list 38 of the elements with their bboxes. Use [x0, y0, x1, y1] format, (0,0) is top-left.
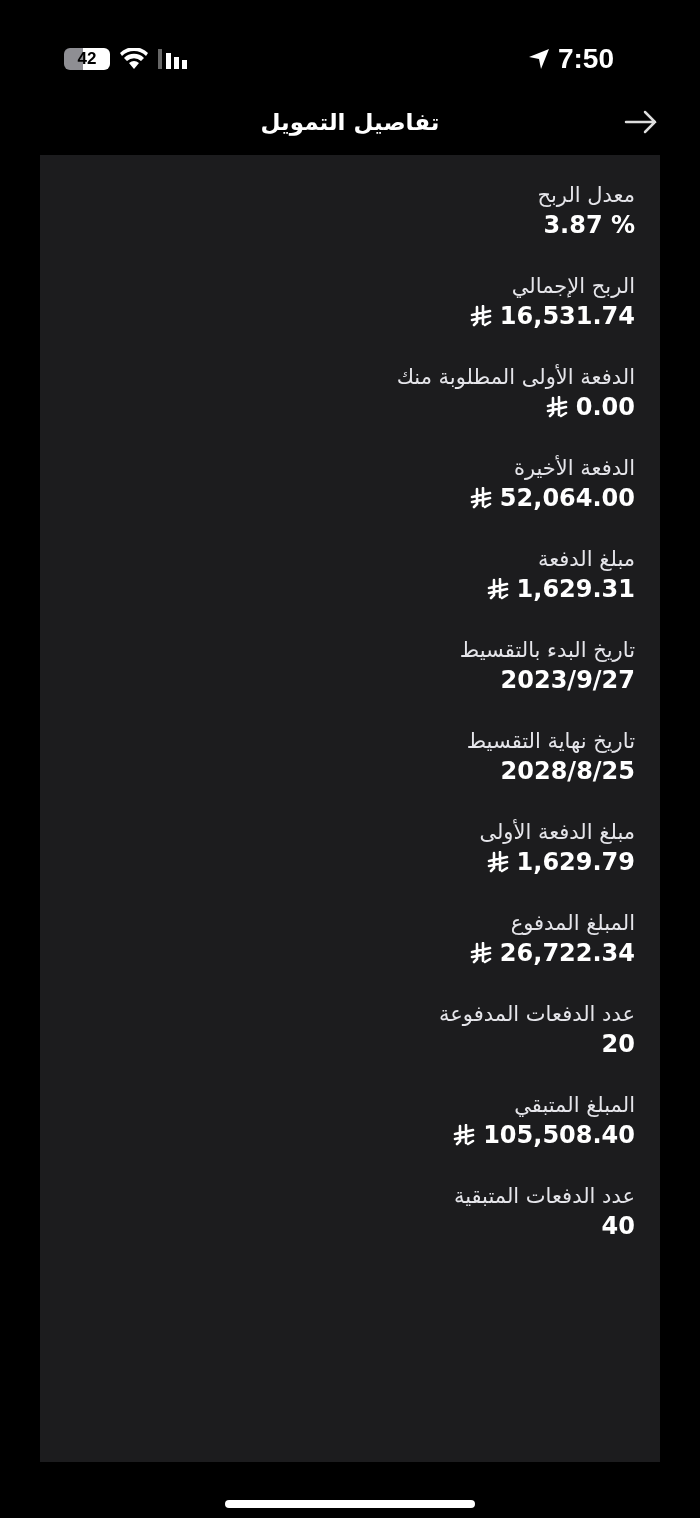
detail-value: 2023/9/27 [500, 666, 635, 694]
detail-label: مبلغ الدفعة الأولى [479, 820, 635, 844]
detail-value: 40 [601, 1212, 635, 1240]
detail-label: الدفعة الأولى المطلوبة منك [396, 365, 635, 389]
detail-value: 1,629.79 [516, 848, 635, 876]
wifi-icon [120, 48, 148, 70]
detail-value: 1,629.31 [516, 575, 635, 603]
detail-value: 26,722.34 [499, 939, 635, 967]
detail-label: الدفعة الأخيرة [513, 456, 635, 480]
riyal-icon [486, 578, 509, 600]
detail-label: المبلغ المدفوع [510, 911, 635, 935]
riyal-icon [545, 396, 568, 418]
status-time: 7:50 [557, 43, 614, 75]
riyal-icon [453, 1124, 476, 1146]
detail-label: عدد الدفعات المدفوعة [439, 1002, 635, 1026]
detail-label: معدل الربح [537, 183, 635, 207]
detail-value: 20 [601, 1030, 635, 1058]
detail-value: 52,064.00 [499, 484, 635, 512]
battery-level: 42 [64, 48, 110, 70]
riyal-icon [469, 487, 492, 509]
detail-label: تاريخ نهاية التقسيط [466, 729, 635, 753]
location-arrow-icon [527, 48, 550, 70]
detail-value: 3.87 % [543, 211, 635, 239]
page-title: تفاصيل التمويل [260, 108, 440, 135]
signal-icon [158, 49, 188, 69]
riyal-icon [486, 851, 509, 873]
detail-label: عدد الدفعات المتبقية [453, 1184, 635, 1208]
detail-label: الربح الإجمالي [511, 274, 635, 298]
riyal-icon [469, 942, 492, 964]
detail-label: مبلغ الدفعة [537, 547, 635, 571]
detail-value: 105,508.40 [483, 1121, 635, 1149]
detail-value: 16,531.74 [499, 302, 635, 330]
detail-label: تاريخ البدء بالتقسيط [459, 638, 635, 662]
detail-value: 0.00 [575, 393, 635, 421]
back-arrow-icon[interactable] [624, 110, 658, 134]
detail-label: المبلغ المتبقي [514, 1093, 635, 1117]
riyal-icon [469, 305, 492, 327]
detail-value: 2028/8/25 [500, 757, 635, 785]
